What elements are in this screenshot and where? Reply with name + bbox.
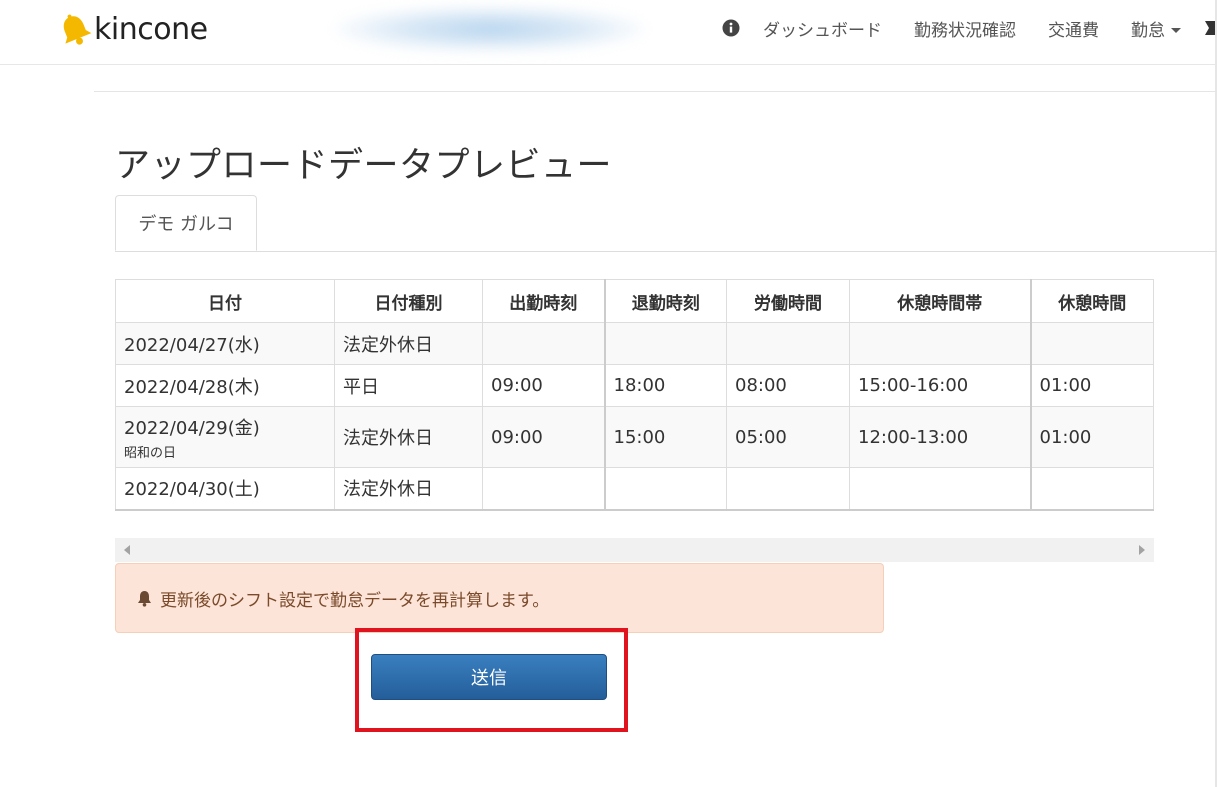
- content-divider: [94, 91, 1217, 92]
- break-time-cell: 01:00: [1029, 364, 1154, 407]
- clock-in-cell: 09:00: [482, 406, 605, 468]
- table-row: 2022/04/30(土) 法定外休日: [115, 467, 1154, 511]
- nav-menu: ダッシュボード 勤務状況確認 交通費 勤怠: [721, 0, 1217, 56]
- day-type-cell: 法定外休日: [334, 467, 483, 511]
- nav-transport-cost[interactable]: 交通費: [1048, 16, 1099, 41]
- recalculation-alert: 更新後のシフト設定で勤怠データを再計算します。: [115, 563, 884, 633]
- break-range-cell: 15:00-16:00: [849, 364, 1031, 407]
- work-hours-cell: [726, 322, 850, 365]
- date-cell: 2022/04/30(土): [115, 467, 335, 511]
- alert-text: 更新後のシフト設定で勤怠データを再計算します。: [160, 590, 550, 611]
- brand-logo[interactable]: kincone: [58, 10, 208, 50]
- clock-out-cell: 15:00: [603, 406, 727, 468]
- info-circle-icon[interactable]: [721, 18, 741, 38]
- page-title: アップロードデータプレビュー: [115, 146, 613, 186]
- caret-down-icon: [1171, 28, 1181, 33]
- table-row: 2022/04/28(木) 平日 09:00 18:00 08:00 15:00…: [115, 364, 1154, 407]
- work-hours-cell: 08:00: [726, 364, 850, 407]
- submit-button[interactable]: 送信: [371, 654, 607, 700]
- clock-out-cell: 18:00: [603, 364, 727, 407]
- break-range-cell: [849, 467, 1031, 511]
- nav-work-status[interactable]: 勤務状況確認: [914, 16, 1016, 41]
- tab-employee[interactable]: デモ ガルコ: [115, 195, 257, 251]
- break-time-cell: [1029, 322, 1154, 365]
- day-type-cell: 法定外休日: [334, 406, 483, 468]
- column-header: 日付種別: [334, 279, 483, 323]
- break-range-cell: 12:00-13:00: [849, 406, 1031, 468]
- column-header: 出勤時刻: [482, 279, 605, 323]
- date-text: 2022/04/29(金): [124, 417, 260, 439]
- table-row: 2022/04/27(水) 法定外休日: [115, 322, 1154, 365]
- work-hours-cell: [726, 467, 850, 511]
- nav-attendance-label: 勤怠: [1131, 20, 1165, 41]
- bell-icon: [137, 590, 152, 607]
- clock-out-cell: [603, 467, 727, 511]
- holiday-name: 昭和の日: [124, 445, 177, 461]
- column-header: 日付: [115, 279, 335, 323]
- work-hours-cell: 05:00: [726, 406, 850, 468]
- nav-attendance-dropdown[interactable]: 勤怠: [1131, 16, 1181, 41]
- date-cell: 2022/04/29(金) 昭和の日: [115, 406, 335, 468]
- table-header-row: 日付 日付種別 出勤時刻 退勤時刻 労働時間 休憩時間帯 休憩時間: [115, 279, 1154, 323]
- clock-in-cell: [482, 322, 605, 365]
- break-range-cell: [849, 322, 1031, 365]
- employee-tabs: デモ ガルコ: [115, 195, 1217, 252]
- column-header: 休憩時間帯: [849, 279, 1031, 323]
- date-cell: 2022/04/28(木): [115, 364, 335, 407]
- scroll-right-icon[interactable]: [1139, 545, 1145, 555]
- horizontal-scrollbar[interactable]: [115, 538, 1154, 562]
- nav-dashboard[interactable]: ダッシュボード: [763, 16, 882, 41]
- clock-in-cell: 09:00: [482, 364, 605, 407]
- brand-name: kincone: [94, 12, 208, 47]
- column-header: 休憩時間: [1029, 279, 1154, 323]
- scroll-left-icon[interactable]: [124, 545, 130, 555]
- clock-in-cell: [482, 467, 605, 511]
- blurred-tenant-name: [335, 6, 645, 52]
- bell-logo-icon: [63, 14, 92, 45]
- column-header: 退勤時刻: [603, 279, 727, 323]
- attendance-preview-table: 日付 日付種別 出勤時刻 退勤時刻 労働時間 休憩時間帯 休憩時間 2022/0…: [115, 279, 1154, 511]
- column-header: 労働時間: [726, 279, 850, 323]
- top-navbar: kincone ダッシュボード 勤務状況確認 交通費 勤怠: [0, 0, 1217, 65]
- table-row: 2022/04/29(金) 昭和の日 法定外休日 09:00 15:00 05:…: [115, 406, 1154, 468]
- date-cell: 2022/04/27(水): [115, 322, 335, 365]
- break-time-cell: [1029, 467, 1154, 511]
- day-type-cell: 平日: [334, 364, 483, 407]
- day-type-cell: 法定外休日: [334, 322, 483, 365]
- break-time-cell: 01:00: [1029, 406, 1154, 468]
- clock-out-cell: [603, 322, 727, 365]
